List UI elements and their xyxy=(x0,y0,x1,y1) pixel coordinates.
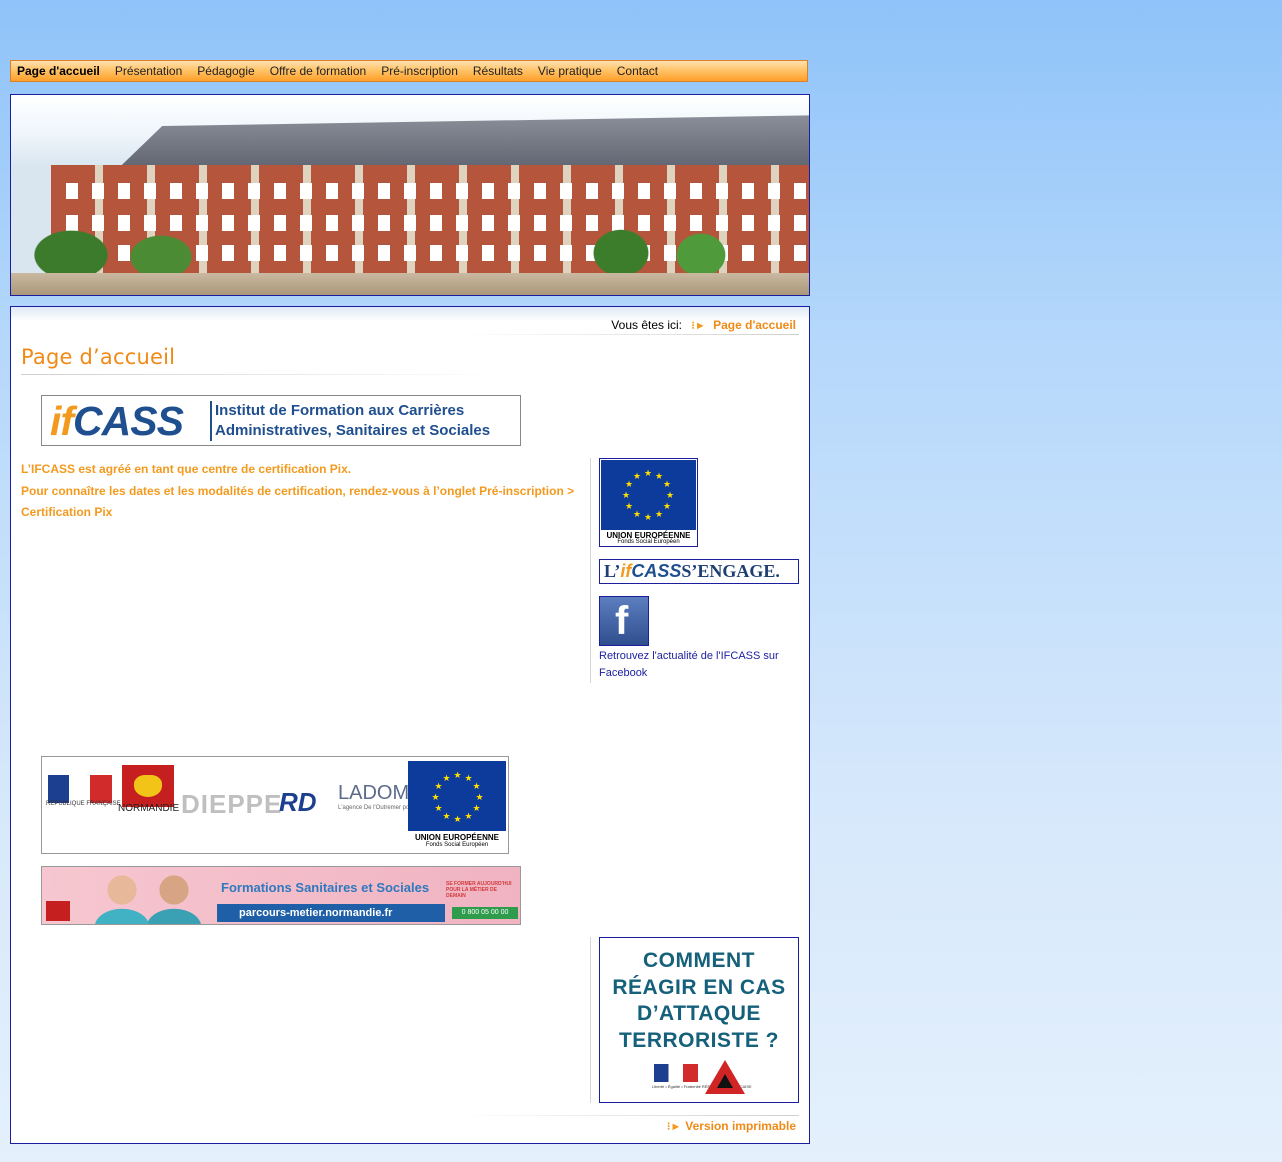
svg-text:★: ★ xyxy=(625,480,633,490)
header-banner-photo xyxy=(10,94,810,296)
breadcrumb: Vous êtes ici: ⁝► Page d'accueil xyxy=(611,318,796,332)
pix-line-2: Pour connaître les dates et les modalité… xyxy=(21,483,575,520)
svg-text:★: ★ xyxy=(625,502,633,512)
svg-text:★: ★ xyxy=(655,510,663,520)
pix-certification-notice: L’IFCASS est agréé en tant que centre de… xyxy=(21,459,581,524)
eu-caption: UNION EUROPÉENNE xyxy=(414,833,499,842)
svg-text:★: ★ xyxy=(453,815,461,825)
partners-logos-banner: RÉPUBLIQUE FRANÇAISE NORMANDIE DIEPPE RD… xyxy=(41,756,509,854)
facebook-link[interactable]: Retrouvez l'actualité de l'IFCASS sur Fa… xyxy=(599,648,799,682)
breadcrumb-prefix: Vous êtes ici: xyxy=(611,318,683,332)
republique-francaise-logo xyxy=(48,775,112,803)
normandie-flag-icon xyxy=(122,765,174,807)
eu-subcaption: Fonds Social Européen xyxy=(617,539,680,545)
svg-text:★: ★ xyxy=(475,793,483,803)
svg-text:★: ★ xyxy=(663,480,671,490)
svg-text:★: ★ xyxy=(633,472,641,482)
svg-text:★: ★ xyxy=(431,793,439,803)
trees xyxy=(11,225,809,275)
nav-item-pedagogie[interactable]: Pédagogie xyxy=(197,64,254,78)
svg-text:★: ★ xyxy=(663,502,671,512)
print-version-link[interactable]: ⁝► Version imprimable xyxy=(667,1119,796,1133)
ifcass-logo: ifCASS Institut de Formation aux Carrièr… xyxy=(41,395,521,446)
formations-sanitaires-banner[interactable]: Formations Sanitaires et Sociales parcou… xyxy=(41,866,521,925)
republique-francaise-logo xyxy=(654,1064,698,1082)
ladom-logo: LADOM xyxy=(338,782,410,804)
main-navigation: Page d'accueil Présentation Pédagogie Of… xyxy=(10,60,808,82)
rd-logo: RD xyxy=(279,787,317,817)
svg-text:★: ★ xyxy=(644,469,652,479)
svg-text:★: ★ xyxy=(472,782,480,792)
rf-label: RÉPUBLIQUE FRANÇAISE xyxy=(46,801,121,807)
building-roof xyxy=(116,115,809,170)
svg-text:★: ★ xyxy=(464,812,472,822)
page-title: Page d’accueil xyxy=(21,345,176,369)
ifcass-logo-mark: ifCASS xyxy=(50,398,184,444)
facebook-icon[interactable]: f xyxy=(599,596,649,646)
banner-side-text: SE FORMER AUJOURD'HUI POUR LA MÉTIER DE … xyxy=(446,881,512,899)
nav-item-accueil[interactable]: Page d'accueil xyxy=(17,64,100,78)
banner-phone: 0 800 05 00 00 xyxy=(452,907,518,919)
column-divider xyxy=(590,458,591,683)
svg-text:★: ★ xyxy=(633,510,641,520)
nav-item-pre-inscription[interactable]: Pré-inscription xyxy=(381,64,458,78)
arrow-icon: ⁝► xyxy=(666,1121,682,1133)
dieppe-logo: DIEPPE xyxy=(181,789,283,819)
svg-text:★: ★ xyxy=(442,812,450,822)
svg-text:★: ★ xyxy=(472,804,480,814)
eu-stars-icon: ★ ★★ ★★★ ★★★ ★★★ xyxy=(622,469,674,523)
nav-item-vie-pratique[interactable]: Vie pratique xyxy=(538,64,602,78)
eu-subcaption: Fonds Social Européen xyxy=(425,842,489,848)
column-divider xyxy=(590,937,591,1103)
title-underline xyxy=(21,374,501,375)
vigipirate-warning-icon xyxy=(705,1060,745,1094)
divider xyxy=(456,1115,799,1116)
banner-title: Formations Sanitaires et Sociales xyxy=(221,880,430,895)
svg-text:★: ★ xyxy=(655,472,663,482)
window-row xyxy=(66,183,806,199)
svg-text:★: ★ xyxy=(434,782,442,792)
eu-fse-logo[interactable]: ★ ★ ★ ★ ★ ★ ★ ★ ★ ★ ★ ★ UNION EUROPÉENNE Fonds S… xyxy=(599,458,698,547)
print-version-label[interactable]: Version imprimable xyxy=(685,1119,796,1133)
ifcass-logo-tagline: Institut de Formation aux Carrières Admi… xyxy=(210,401,520,441)
normandie-flag-icon xyxy=(46,901,70,921)
svg-text:★: ★ xyxy=(442,774,450,784)
svg-text:★: ★ xyxy=(453,771,461,781)
svg-text:★: ★ xyxy=(622,491,630,501)
svg-text:★: ★ xyxy=(464,774,472,784)
main-content: Vous êtes ici: ⁝► Page d'accueil Page d’… xyxy=(10,306,810,1144)
svg-text:★: ★ xyxy=(644,513,652,523)
normandie-label: NORMANDIE xyxy=(118,803,180,814)
breadcrumb-current[interactable]: Page d'accueil xyxy=(713,318,796,332)
students-photo xyxy=(92,872,212,924)
attaque-terroriste-banner[interactable]: COMMENT RÉAGIR EN CAS D’ATTAQUE TERRORIS… xyxy=(599,937,799,1103)
terror-banner-text: COMMENT RÉAGIR EN CAS D’ATTAQUE TERRORIS… xyxy=(612,949,786,1052)
svg-text:★: ★ xyxy=(666,491,674,501)
ground xyxy=(11,273,809,295)
arrow-icon: ⁝► xyxy=(691,320,706,332)
pix-line-1: L’IFCASS est agréé en tant que centre de… xyxy=(21,462,352,476)
svg-text:★: ★ xyxy=(434,804,442,814)
nav-item-presentation[interactable]: Présentation xyxy=(115,64,182,78)
nav-item-resultats[interactable]: Résultats xyxy=(473,64,523,78)
nav-item-contact[interactable]: Contact xyxy=(617,64,658,78)
ifcass-engage-banner[interactable]: L’ if CASS S’ENGAGE. xyxy=(599,559,799,584)
banner-url: parcours-metier.normandie.fr xyxy=(217,904,445,922)
divider xyxy=(456,334,799,335)
eu-stars-icon: ★ ★★ ★★★ ★★★ ★★★ xyxy=(431,771,483,825)
nav-item-offre-formation[interactable]: Offre de formation xyxy=(270,64,367,78)
eu-fse-logo-small: ★ ★ ★ ★ ★ ★ ★ ★ ★ ★ ★ ★ UNION EUROPÉENNE Fonds S… xyxy=(408,761,506,851)
